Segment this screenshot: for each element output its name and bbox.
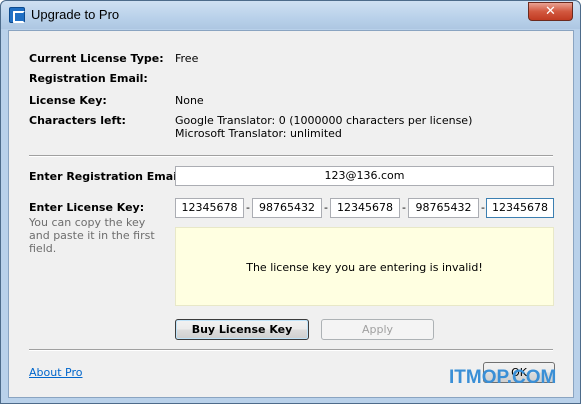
key-dash: - — [246, 201, 250, 214]
key-field-1[interactable]: 12345678 — [175, 198, 244, 218]
separator — [29, 155, 553, 157]
apply-button[interactable]: Apply — [321, 319, 434, 340]
buy-license-key-button[interactable]: Buy License Key — [175, 319, 309, 340]
enter-key-label: Enter License Key: — [29, 201, 145, 214]
close-icon: ✕ — [545, 4, 556, 19]
validation-message: The license key you are entering is inva… — [175, 227, 554, 306]
characters-left-label: Characters left: — [29, 114, 126, 127]
registration-email-label: Registration Email: — [29, 72, 148, 85]
about-pro-link[interactable]: About Pro — [29, 366, 82, 379]
key-hint: You can copy the key and paste it in the… — [29, 216, 155, 255]
close-button[interactable]: ✕ — [528, 2, 573, 21]
license-type-value: Free — [175, 52, 199, 65]
dialog-body: Current License Type: Free Registration … — [8, 30, 574, 398]
title-bar[interactable]: Upgrade to Pro ✕ — [1, 1, 580, 29]
key-field-3[interactable]: 12345678 — [330, 198, 400, 218]
google-characters-left: Google Translator: 0 (1000000 characters… — [175, 114, 473, 127]
key-dash: - — [481, 201, 485, 214]
email-input[interactable]: 123@136.com — [175, 166, 554, 186]
window-title: Upgrade to Pro — [31, 7, 120, 22]
microsoft-characters-left: Microsoft Translator: unlimited — [175, 127, 342, 140]
license-type-label: Current License Type: — [29, 52, 164, 65]
separator — [29, 349, 553, 351]
key-dash: - — [324, 201, 328, 214]
key-dash: - — [402, 201, 406, 214]
key-field-5[interactable]: 12345678 — [486, 198, 554, 218]
enter-email-label: Enter Registration Email: — [29, 170, 186, 183]
key-field-2[interactable]: 98765432 — [252, 198, 322, 218]
upgrade-window: Upgrade to Pro ✕ Current License Type: F… — [0, 0, 581, 404]
key-field-4[interactable]: 98765432 — [408, 198, 479, 218]
app-logo-icon — [9, 7, 25, 23]
watermark-text: ITMOP.COM — [449, 367, 557, 388]
license-key-value: None — [175, 94, 204, 107]
license-key-label: License Key: — [29, 94, 107, 107]
